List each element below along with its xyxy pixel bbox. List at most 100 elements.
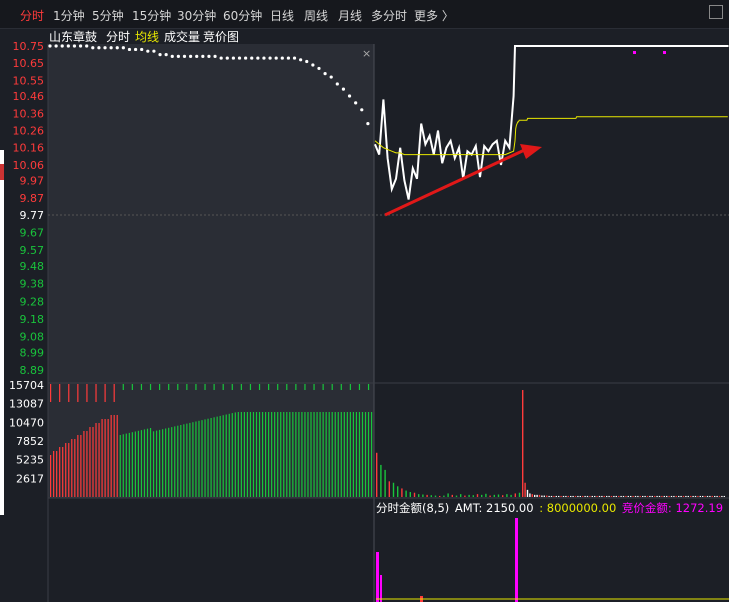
- auction-volume-bar: [80, 435, 82, 497]
- trading-volume-bar: [630, 495, 632, 497]
- auction-volume-bar: [243, 412, 245, 497]
- price-tick-label: 10.16: [13, 142, 45, 155]
- auction-price-point: [97, 46, 101, 50]
- trading-volume-bar: [531, 494, 533, 497]
- auction-price-point: [164, 53, 168, 57]
- auction-volume-bar: [92, 427, 94, 497]
- trading-volume-bar: [675, 495, 677, 497]
- trading-volume-bar: [594, 495, 596, 497]
- auction-volume-bar: [364, 412, 367, 497]
- auction-volume-tick: [286, 384, 288, 390]
- trading-volume-bar: [384, 469, 386, 497]
- trading-volume-bar: [596, 495, 598, 497]
- trading-volume-bar: [678, 495, 680, 497]
- auction-volume-bar: [295, 412, 297, 497]
- trading-volume-bar: [524, 482, 526, 497]
- auction-price-point: [329, 75, 333, 79]
- volume-tick-label: 5235: [16, 454, 44, 467]
- trading-volume-bar: [673, 495, 675, 497]
- auction-volume-bar: [122, 434, 124, 497]
- trading-volume-bar: [632, 495, 634, 497]
- auction-volume-bar: [165, 428, 167, 497]
- volume-tick-label: 10470: [9, 416, 44, 429]
- auction-volume-bar: [159, 429, 161, 497]
- trading-volume-bar: [560, 495, 562, 497]
- amount-panel-header: 分时金额(8,5) AMT: 2150.00 : 8000000.00 竞价金额…: [376, 500, 729, 516]
- auction-volume-bar: [162, 429, 164, 497]
- trading-volume-bar: [522, 390, 524, 497]
- trading-volume-bar: [711, 495, 713, 497]
- trading-volume-bar: [584, 495, 586, 497]
- trading-volume-bar: [422, 494, 424, 497]
- trading-volume-bar: [555, 495, 557, 497]
- auction-volume-bar: [110, 415, 112, 497]
- price-tick-label: 9.57: [20, 244, 45, 257]
- trading-volume-bar: [582, 495, 584, 497]
- price-tick-label: 10.65: [13, 57, 45, 70]
- auction-price-point: [91, 46, 95, 50]
- trading-volume-bar: [692, 495, 694, 497]
- trading-volume-bar: [434, 495, 437, 497]
- auction-price-point: [72, 44, 77, 48]
- auction-volume-tick: [258, 384, 261, 390]
- auction-volume-tick: [50, 384, 52, 402]
- trading-volume-bar: [718, 495, 721, 497]
- auction-volume-tick: [113, 384, 115, 402]
- auction-volume-bar: [252, 412, 255, 497]
- auction-volume-bar: [261, 412, 264, 497]
- volume-tick-label: 15704: [9, 379, 44, 392]
- trading-volume-bar: [586, 495, 589, 497]
- auction-volume-bar: [355, 412, 358, 497]
- auction-volume-bar: [322, 412, 324, 497]
- auction-price-point: [54, 44, 58, 48]
- auction-price-point: [66, 44, 70, 48]
- auction-volume-bar: [168, 427, 170, 497]
- auction-volume-bar: [180, 425, 182, 497]
- auction-price-point: [121, 46, 125, 50]
- trading-volume-bar: [694, 495, 697, 497]
- trading-volume-bar: [510, 494, 512, 497]
- auction-volume-bar: [331, 412, 333, 497]
- auction-volume-bar: [264, 412, 267, 497]
- trading-volume-bar: [690, 495, 692, 497]
- auction-volume-tick: [204, 384, 206, 390]
- auction-price-point: [213, 54, 217, 58]
- auction-volume-tick: [249, 384, 252, 390]
- auction-volume-tick: [240, 384, 242, 390]
- trading-volume-bar: [392, 482, 395, 497]
- trading-volume-bar: [481, 494, 483, 497]
- price-tick-label: 8.89: [20, 364, 45, 377]
- auction-price-point: [109, 46, 113, 50]
- auction-volume-bar: [104, 419, 106, 497]
- trading-volume-bar: [526, 489, 529, 497]
- auction-volume-bar: [74, 439, 76, 497]
- auction-volume-bar: [277, 412, 279, 497]
- auction-volume-bar: [283, 412, 285, 497]
- auction-volume-bar: [143, 429, 146, 497]
- trading-volume-bar: [649, 495, 651, 497]
- trading-volume-bar: [644, 495, 646, 497]
- auction-volume-bar: [149, 428, 152, 497]
- trading-volume-bar: [451, 494, 453, 497]
- auction-volume-bar: [71, 439, 73, 497]
- volume-tick-label: 7852: [16, 435, 44, 448]
- trading-volume-bar: [637, 495, 639, 497]
- trading-volume-bar: [553, 495, 555, 497]
- auction-volume-tick: [131, 384, 133, 390]
- auction-volume-tick: [186, 384, 188, 390]
- auction-volume-bar: [95, 423, 97, 497]
- trading-volume-bar: [562, 495, 565, 497]
- auction-volume-bar: [310, 412, 312, 497]
- auction-volume-bar: [113, 415, 115, 497]
- auction-price-point: [103, 46, 107, 50]
- auction-volume-bar: [370, 412, 373, 497]
- auction-price-point: [354, 101, 358, 105]
- auction-volume-tick: [367, 384, 370, 390]
- auction-amount-value: 竞价金额: 1272.19: [621, 501, 724, 515]
- trading-volume-bar: [418, 494, 420, 497]
- auction-volume-tick: [349, 384, 351, 390]
- trading-volume-bar: [409, 492, 411, 497]
- auction-volume-tick: [304, 384, 306, 390]
- auction-price-point: [256, 56, 260, 60]
- auction-volume-bar: [83, 431, 85, 497]
